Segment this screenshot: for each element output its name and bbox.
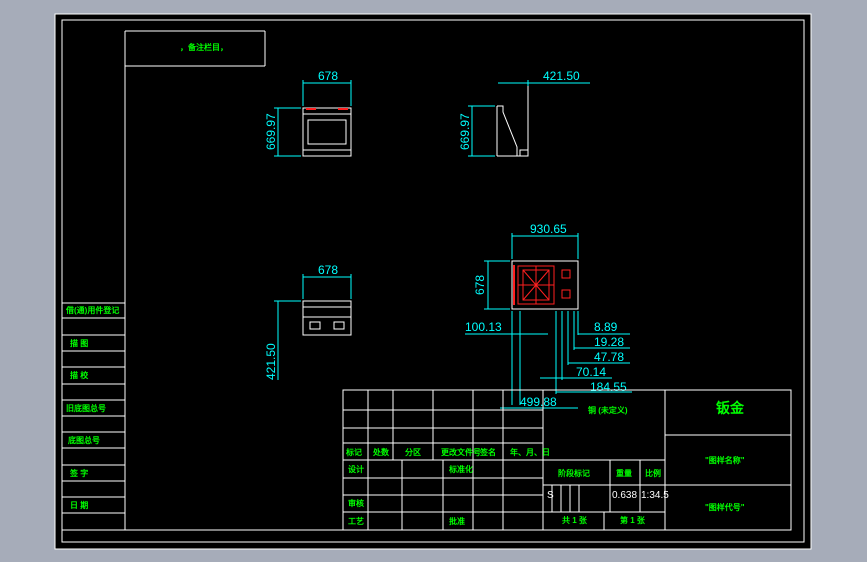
title-row-process: 工艺 — [348, 516, 364, 526]
title-company: 钣金 — [716, 400, 745, 416]
detail-offset-dim-3: 47.78 — [594, 350, 624, 364]
title-scale-label: 比例 — [645, 468, 661, 478]
title-sheet-total: 共 1 张 — [562, 515, 588, 525]
detail-width-dim: 930.65 — [530, 222, 567, 236]
title-drawing-code: "图样代号" — [705, 502, 745, 512]
left-col-label-3: 描 校 — [70, 370, 89, 380]
front-height-dim: 669.97 — [264, 113, 278, 150]
drawing-sheet — [54, 13, 812, 550]
detail-offset-dim-6: 499.88 — [520, 395, 557, 409]
detail-offset-left-dim: 100.13 — [465, 320, 502, 334]
title-row-approve: 批准 — [449, 516, 465, 526]
side-height-dim: 669.97 — [458, 113, 472, 150]
left-col-label-2: 描 图 — [70, 338, 88, 348]
title-header-date: 年、月、日 — [510, 447, 550, 457]
title-scale-value: 1:34.5 — [641, 490, 669, 501]
title-row-design: 设计 — [348, 464, 364, 474]
title-header-count: 处数 — [372, 447, 390, 457]
title-material: 铜 (未定义) — [588, 405, 628, 415]
side-depth-dim: 421.50 — [543, 69, 580, 83]
title-header-signature: 签名 — [479, 447, 496, 457]
note-box-text: ，备注栏目， — [180, 42, 228, 52]
top-width-dim: 678 — [318, 263, 338, 277]
front-width-dim: 678 — [318, 69, 338, 83]
detail-offset-dim-4: 70.14 — [576, 365, 606, 379]
title-weight-value: 0.638 — [612, 490, 637, 501]
title-drawing-name: "图样名称" — [705, 455, 745, 465]
top-depth-dim: 421.50 — [264, 343, 278, 380]
title-header-mark: 标记 — [345, 447, 362, 457]
left-col-label-1: 借(通)用件登记 — [65, 305, 119, 315]
detail-offset-dim-2: 19.28 — [594, 335, 624, 349]
left-col-label-6: 签 字 — [69, 468, 88, 478]
title-row-review: 审核 — [348, 498, 364, 508]
cad-drawing-canvas: ，备注栏目， 678 669.97 421.50 669.97 678 421.… — [54, 13, 812, 550]
title-weight-label: 重量 — [616, 468, 632, 478]
title-header-change-doc: 更改文件号 — [441, 447, 481, 457]
left-col-label-7: 日 期 — [70, 500, 88, 510]
title-header-zone: 分区 — [405, 447, 421, 457]
detail-height-dim: 678 — [473, 275, 487, 295]
left-col-label-4: 旧底图总号 — [66, 403, 106, 413]
detail-offset-dim-5: 184.55 — [590, 380, 627, 394]
title-row-standardize: 标准化 — [448, 464, 473, 474]
title-sheet-number: 第 1 张 — [620, 515, 646, 525]
title-stage-label: 阶段标记 — [558, 468, 590, 478]
detail-offset-dim-1: 8.89 — [594, 320, 618, 334]
title-stage-value: S — [547, 490, 554, 501]
left-col-label-5: 底图总号 — [67, 435, 100, 445]
